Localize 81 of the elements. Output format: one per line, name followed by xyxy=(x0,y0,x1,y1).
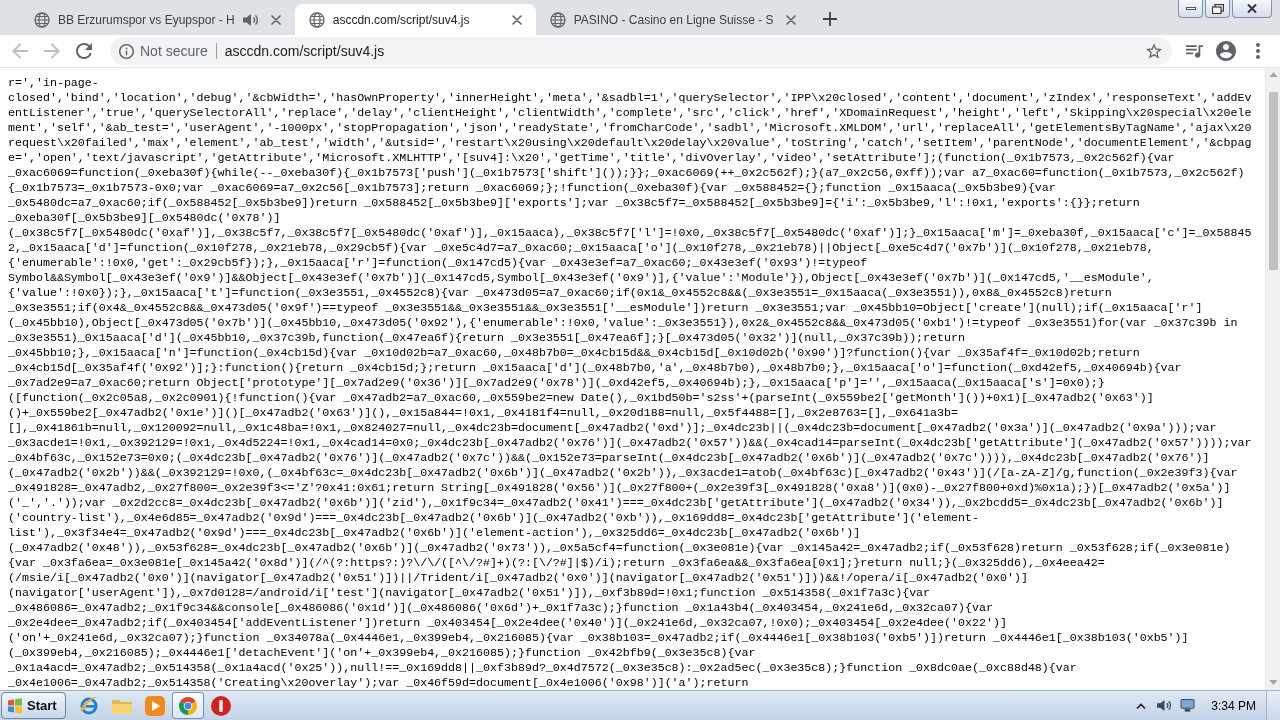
plus-icon xyxy=(822,12,837,26)
taskbar-app-button[interactable] xyxy=(171,692,204,719)
code-line: ([function(_0x2c05a8,_0x2c0901){!function(){var _0x47adb2=a7_0xac60,_0x559be2=new Date(),_0x1bd50b='s2ss'+(parseInt(_0x559be2['getMonth']())+0x1)[_0x47adb2('0x63')] xyxy=(8,390,1155,405)
code-line: e=','open','text/javascript','getAttribute','Microsoft.XMLHTTP','[suv4]:\x20','getTime','title','divOverlay','video','setAttribute'];(function(_0x1b7573,_0x2c562f){var xyxy=(8,150,1176,165)
restore-icon xyxy=(1211,3,1224,14)
code-line: _0x2e4dee=_0x47adb2;if(_0x403454['addEventListener'])return _0x403454[_0x2e4dee('0x40')](_0x241e6d,_0x32ca07,!0x0);_0x403454[_0x2e4dee('0x22')] xyxy=(8,615,1008,630)
code-line: ('_','.'));var _0x2d2cc8=_0x4dc23b[_0x47adb2('0x6b')]('zid'),_0x1f9c34=_0x47adb2('0x41')===_0x4dc23b['getAttribute'](_0x47adb2('0x34')),_0x2bcdd5=_0x4dc23b[_0x47adb2('0x6b')] xyxy=(8,495,1225,510)
code-line: list'),_0x3f34e4=_0x47adb2('0x9d')===_0x4dc23b[_0x47adb2('0x6b')]('element-action'),_0x325dd6=_0x4dc23b[_0x47adb2('0x6b')] xyxy=(8,525,862,540)
code-line: {'value':!0x0});},_0x15aaca['t']=function(_0x3e3551,_0x4552c8){var _0x473d05=a7_0xac60;if(0x1&_0x4552c8&&(_0x3e3551=_0x15aaca(_0x3e3551)),0x8&_0x4552c8)return xyxy=(8,285,1113,300)
code-line: ('country-list'),_0x4e6d85=_0x47adb2('0x9d')===_0x4dc23b[_0x47adb2('0x6b')](_0x47adb2('0xb')),_0x169dd8=_0x4dc23b['getAttribute']('element- xyxy=(8,510,980,525)
browser-tab[interactable]: PASINO - Casino en Ligne Suisse - S xyxy=(535,4,810,35)
code-line: (_0x47adb2('0x2b'))&&(_0x392129=!0x0,(_0x4bf63c=_0x4dc23b[_0x47adb2('0x6b')](_0x47adb2('0x2b')),_0x3acde1=atob(_0x4bf63c)[_0x47adb2('0x43')](/[a-zA-Z]/g,function(_0x2e39f3){var xyxy=(8,465,1239,480)
code-line: _0x3e3551)_0x15aaca['d'](_0x45bb10,_0x37c39b,function(_0x47ea6f){return _0x3e3551[_0x47ea6f];}[_0x473d05('0x32')](null,_0x37c39b));return xyxy=(8,330,967,345)
code-line: entListener','true','querySelectorAll','replace','delay','clientHeight','clientWidth','complete','src','click','href','XDomainRequest','height','left','Skipping\x20special\x20ele xyxy=(8,105,1253,120)
circle-logo-icon xyxy=(177,695,198,716)
forward-arrow-icon xyxy=(44,43,60,59)
code-line: _0x3e3551;if(0x4&_0x4552c8&&_0x473d05('0x9f')==typeof _0x3e3551&&_0x3e3551&&_0x3e3551['__esModule'])return _0x3e3551;var _0x45bb10=Object['create'](null);if(_0x15aaca['r'] xyxy=(8,300,1204,315)
code-line: (_0x38c5f7[_0x5480dc('0xaf')],_0x38c5f7,_0x38c5f7[_0x5480dc('0xaf')],_0x15aaca),_0x38c5f7['l']=!0x0,_0x38c5f7[_0x5480dc('0xaf')];}_0x15aaca['m']=_0xeba30f,_0x15aaca['c']=_0x58845 xyxy=(8,225,1253,240)
minimize-icon xyxy=(1185,7,1196,10)
close-icon xyxy=(1247,4,1257,13)
back-arrow-icon xyxy=(12,43,28,59)
code-line: 2,_0x15aaca['d']=function(_0x10f278,_0x21eb78,_0x29cb5f){var _0xe5c4d7=a7_0xac60;_0x15aaca['o'](_0x10f278,_0x21eb78)||Object[_0xe5c4d7('0x7b')](_0x10f278,_0x21eb78, xyxy=(8,240,1155,255)
close-icon xyxy=(511,14,522,25)
folder-icon xyxy=(111,697,132,714)
menu-icon xyxy=(1256,43,1260,59)
clock-text[interactable]: 3:34 PM xyxy=(1203,696,1266,715)
exclamation-icon xyxy=(210,695,231,716)
code-line: _0xeba30f[_0x5b3be9][_0x5480dc('0x78')] xyxy=(8,210,282,225)
code-line: _0x1a4acd=_0x47adb2;_0x514358(_0x1a4acd('0x25')),null!==_0x169dd8||_0xf3b89d?_0x4d7572(_0x3e35c8):_0x2ad5ec(_0x3e35c8);}function _0x8dc0ae(_0xc88d48){var xyxy=(8,660,1078,675)
code-line: closed','bind','location','debug','&cbWidth=','hasOwnProperty','innerHeight','meta','&sadbl=1','querySelector','IPP\x20closed','content','document','zIndex','responseText','addEv xyxy=(8,90,1253,105)
code-line: _0x4e1006=_0x47adb2;_0x514358('Creating\x20overlay');var _0x46f59d=document[_0x4e1006('0x98')]('a');return xyxy=(8,675,750,690)
url-text[interactable]: asccdn.com/script/suv4.js xyxy=(224,40,1134,62)
four-pane-logo-icon xyxy=(7,697,23,714)
code-line: ('on'+_0x241e6d,_0x32ca07);}function _0x34078a(_0x4446e1,_0x399eb4,_0x216085){var _0x38b103=_0x47adb2;if(_0x4446e1[_0x38b103('0xb5')])return _0x4446e1[_0x38b103('0xb5')] xyxy=(8,630,1190,645)
code-line: (navigator['userAgent']),_0x7d0128=/android/i['test'](navigator[_0x47adb2('0x51')]),_0xf3b89d=!0x1;function _0x514358(_0x1f7a3c){var xyxy=(8,585,932,600)
code-line: _0x4bf63c,_0x152e73=0x0;(_0x4dc23b[_0x47adb2('0x76')](_0x47adb2('0x7c'))&&(_0x152e73=parseInt(_0x4dc23b[_0x47adb2('0x6b')](_0x47adb2('0x7c')))),_0x4dc23b[_0x47adb2('0x76')] xyxy=(8,450,1211,465)
code-line: _0x486086=_0x47adb2;_0x1f9c34&&console[_0x486086('0x1d')](_0x486086('0x6d')+_0x1f7a3c);}function _0x1a43b4(_0x403454,_0x241e6d,_0x32ca07){var xyxy=(8,600,994,615)
code-line: (_0x399eb4,_0x216085);_0x4446e1['detachEvent']('on'+_0x399eb4,_0x216085);}function _0x42bfb9(_0x3e35c8){var xyxy=(8,645,757,660)
code-line: ment','self','&ab_test=','userAgent','-1000px','stopPropagation','json','readyState','fromCharCode','sadbl','Microsoft.XMLDOM','url','replaceAll','getElementsByTagName','ajax\x20 xyxy=(8,120,1253,135)
close-button[interactable] xyxy=(1232,0,1272,18)
speaker-icon[interactable] xyxy=(1157,699,1173,712)
code-line: _0xac6069=function(_0xeba30f){while(--_0xeba30f){_0x1b7573['push'](_0x1b7573['shift']());}};_0xac6069(++_0x2c562f);}(a7_0x2c56,0xff));var a7_0xac60=function(_0x1b7573,_0x2c562f) xyxy=(8,165,1246,180)
code-line: _0x5480dc=a7_0xac60;if(_0x588452[_0x5b3be9])return _0x588452[_0x5b3be9]['exports'];var _0x38c5f7=_0x588452[_0x5b3be9]={'i':_0x5b3be9,'l':!0x1,'exports':{}};return xyxy=(8,195,1141,210)
reload-icon xyxy=(76,43,92,59)
star-icon xyxy=(1146,43,1162,59)
code-line: request\x20failed','max','element','ab_test','width','&utsid=','restart\x20using\x20default\x20delay\x20value','toString','catch','setItem','parentNode','documentElement','&cbpag xyxy=(8,135,1253,150)
chevron-up-icon xyxy=(1136,702,1147,709)
info-icon xyxy=(119,43,134,59)
close-icon xyxy=(785,14,796,25)
code-line: _0x7ad2e9=a7_0xac60;return Object['prototype'][_0x7ad2e9('0x36')][_0x7ad2e9('0x78')](_0xd42ef5,_0x40694b);},_0x15aaca['p']='',_0x15aaca(_0x15aaca['s']=0x0);} xyxy=(8,375,1106,390)
browser-tab[interactable]: asccdn.com/script/suv4.js xyxy=(294,4,536,35)
code-line: ()+_0x559be2[_0x47adb2('0x1e')]()[_0x47adb2('0x63')](),_0x15a844=!0x1,_0x4181f4=null,_0x20d188=null,_0x5f4488=[],_0x2e8763=[],_0x641a3b= xyxy=(8,405,960,420)
code-line: _0x3acde1=!0x1,_0x392129=!0x1,_0x4d5224=!0x1,_0x4cad14=0x0;_0x4dc23b[_0x47adb2('0x76')](_0x47adb2('0x57'))&&(_0x4cad14=parseInt(_0x4dc23b['getAttribute'](_0x47adb2('0x57'))));var xyxy=(8,435,1253,450)
code-line: Symbol&&Symbol[_0x43e3ef('0x9')]&&Object[_0x43e3ef('0x7b')](_0x147cd5,Symbol[_0x43e3ef('0x9')],{'value':'Module'}),Object[_0x43e3ef('0x7b')](_0x147cd5,'__esModule', xyxy=(8,270,1155,285)
minimize-button[interactable] xyxy=(1178,0,1203,18)
scrollbar[interactable] xyxy=(1265,68,1280,690)
code-line: _0x4cb15d[_0x35af4f('0x92')];}:function(){return _0x4cb15d;};return _0x15aaca['d'](_0x48b7b0,'a',_0x48b7b0),_0x48b7b0;},_0x15aaca['o']=function(_0xd42ef5,_0x40694b){var xyxy=(8,360,1183,375)
globe-icon xyxy=(549,11,566,28)
code-line: [],_0x41861b=null,_0x120092=null,_0x1c48ba=!0x1,_0x824027=null,_0x4dc23b=document[_0x47adb2('0xd')];_0x4dc23b||(_0x4dc23b=document[_0x47adb2('0x3a')](_0x47adb2('0x9a')));var xyxy=(8,420,1218,435)
start-button[interactable]: Start xyxy=(1,692,66,719)
playlist-icon xyxy=(1185,44,1203,58)
restore-button[interactable] xyxy=(1205,0,1230,18)
code-line: {'enumerable':!0x0,'get':_0x29cb5f});},_0x15aaca['r']=function(_0x147cd5){var _0x43e3ef=a7_0xac60;_0x43e3ef('0x93')!=typeof xyxy=(8,255,869,270)
globe-icon xyxy=(308,11,325,28)
code-line: _0x491828=_0x47adb2,_0x27f800=_0x2e39f3<='Z'?0x41:0x61;return String[_0x491828('0x56')](_0x27f800+(_0x2e39f3[_0x491828('0xa8')](0x0)-_0x27f800+0xd)%0x1a);})[_0x47adb2('0x5a')] xyxy=(8,480,1232,495)
code-line: r=','in-page- xyxy=(8,75,100,90)
monitor-icon[interactable] xyxy=(1180,699,1196,712)
close-icon xyxy=(270,14,281,25)
code-line: (_0x45bb10),Object[_0x473d05('0x7b')](_0x45bb10,_0x473d05('0x92'),{'enumerable':!0x0,'value':_0x3e3551}),0x2&_0x4552c8&&_0x473d05('0xb1')!=typeof _0x3e3551)for(var _0x37c39b in xyxy=(8,315,1239,330)
address-bar[interactable]: Not secure asccdn.com/script/suv4.js xyxy=(110,37,1172,65)
code-line: _0x45bb10;},_0x15aaca['n']=function(_0x4cb15d){var _0x10d02b=a7_0xac60,_0x48b7b0=_0x4cb15d&&_0x4cb15d[_0x10d02b('0x90')]?function(){var _0x35af4f=_0x10d02b;return xyxy=(8,345,1141,360)
code-line: {_0x1b7573=_0x1b7573-0x0;var _0xac6069=a7_0x2c56[_0x1b7573];return _0xac6069;};!function(_0xeba30f){var _0x588452={};function _0x15aaca(_0x5b3be9){var xyxy=(8,180,1057,195)
e-logo-icon xyxy=(78,695,99,716)
code-line: (/msie/i[_0x47adb2('0x0')](navigator[_0x47adb2('0x51')])||/Trident/i[_0x47adb2('0x0')](navigator[_0x47adb2('0x51')]))&&!/opera/i[_0x47adb2('0x0')] xyxy=(8,570,1029,585)
globe-icon xyxy=(34,11,50,28)
security-label[interactable]: Not secure xyxy=(140,40,208,62)
play-icon xyxy=(144,695,165,716)
browser-tab[interactable]: BB Erzurumspor vs Eyupspor - H xyxy=(20,4,295,35)
avatar-icon xyxy=(1216,41,1236,61)
code-line: {var _0x3fa6ea=_0x3e081e[_0x145a42('0x8d')](/^(?:https?:)?\/\/([^\/?#]+)(?:[\/?#]|$)/i);return _0x3fa6ea&&_0x3fa6ea[0x1];}return null;}(_0x325dd6),_0x4eea42= xyxy=(8,555,1106,570)
code-line: (_0x47adb2('0x48')),_0x53f628=_0x4dc23b[_0x47adb2('0x6b')](_0x47adb2('0x73')),_0x5a5cf4=function(_0x3e081e){var _0x145a42=_0x47adb2;if(_0x53f628)return _0x53f628;if(_0x3e081e) xyxy=(8,540,1232,555)
